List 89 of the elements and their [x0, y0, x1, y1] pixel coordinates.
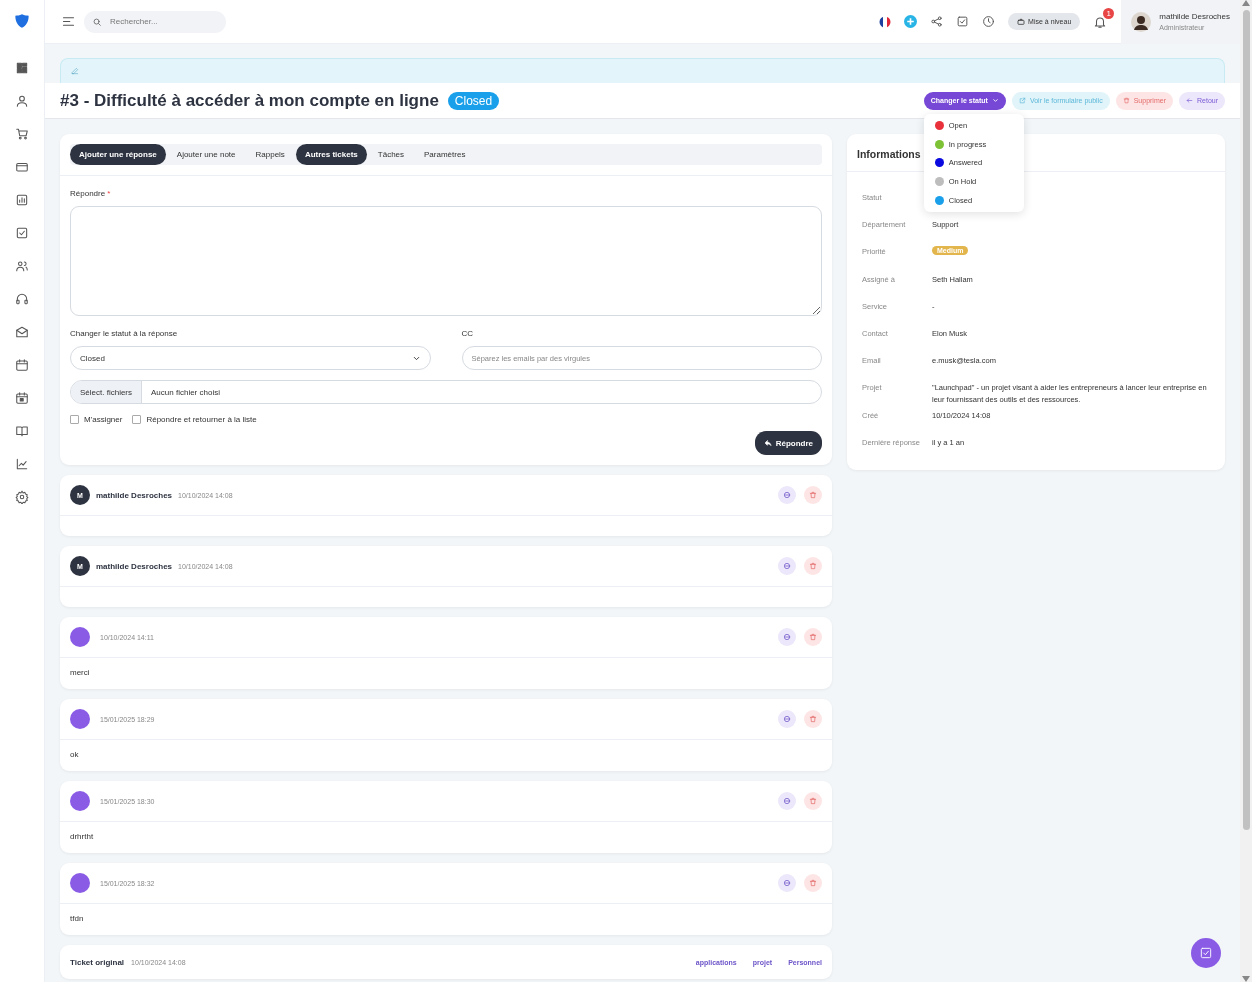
briefcase-icon — [1017, 17, 1026, 26]
trash-icon — [809, 715, 817, 723]
calendar-icon[interactable] — [15, 357, 29, 372]
delete-button[interactable] — [804, 710, 822, 728]
plus-icon[interactable] — [904, 15, 918, 28]
checkbox[interactable] — [70, 415, 79, 424]
notification-icon[interactable] — [1093, 14, 1108, 29]
message-text: drhrtht — [69, 831, 95, 843]
clock-icon[interactable] — [982, 15, 996, 28]
settings-icon[interactable] — [15, 489, 29, 504]
hide-button[interactable] — [778, 557, 796, 575]
shield-logo[interactable] — [14, 13, 30, 29]
scroll-down-icon[interactable] — [1242, 976, 1250, 982]
delete-button[interactable] — [804, 628, 822, 646]
user-icon[interactable] — [15, 93, 29, 108]
message-text: merci — [69, 667, 91, 679]
avatar-icon — [70, 709, 90, 729]
minus-circle-icon — [783, 797, 791, 805]
chat-button[interactable] — [1191, 938, 1221, 968]
notification-badge: 1 — [1103, 7, 1115, 19]
choose-files-button[interactable]: Sélect. fichiers — [71, 381, 143, 403]
people-icon[interactable] — [15, 258, 29, 273]
arrow-left-icon — [1186, 97, 1193, 104]
avatar-icon — [70, 791, 90, 811]
chevron-down-icon — [991, 97, 999, 104]
delete-button[interactable] — [804, 486, 822, 504]
avatar-icon — [70, 873, 90, 893]
checkbox-label: M'assigner — [84, 415, 123, 424]
search-field[interactable]: Rechercher... — [84, 10, 226, 33]
hide-button[interactable] — [778, 710, 796, 728]
trash-icon — [809, 491, 817, 499]
tab[interactable]: Paramètres — [415, 144, 475, 165]
minus-circle-icon — [783, 562, 791, 570]
trash-icon — [809, 562, 817, 570]
trash-icon — [809, 633, 817, 641]
author-name: mathilde Desroches — [96, 490, 173, 500]
hide-button[interactable] — [778, 874, 796, 892]
share-icon[interactable] — [930, 15, 944, 28]
hide-button[interactable] — [778, 792, 796, 810]
hide-button[interactable] — [778, 486, 796, 504]
avatar-icon — [70, 627, 90, 647]
bar-chart-icon[interactable] — [15, 192, 29, 207]
book-icon[interactable] — [15, 423, 29, 438]
message-text: ok — [69, 749, 80, 761]
cart-icon[interactable] — [15, 126, 29, 141]
minus-circle-icon — [783, 491, 791, 499]
reply-button[interactable]: Répondre — [754, 431, 822, 455]
checklist-icon[interactable] — [15, 225, 29, 240]
calendar-icon[interactable] — [15, 390, 29, 405]
minus-circle-icon — [783, 879, 791, 887]
menu-icon[interactable] — [61, 14, 76, 29]
tab[interactable]: Ajouter une réponse — [70, 144, 166, 165]
ticket-title: #3 - Difficulté à accéder à mon compte en ligne — [60, 90, 439, 111]
scrollbar-thumb[interactable] — [1242, 10, 1250, 830]
line-chart-icon[interactable] — [15, 456, 29, 471]
delete-button[interactable] — [804, 792, 822, 810]
field-label: Changer le statut à la réponse — [70, 329, 179, 338]
delete-button[interactable] — [804, 874, 822, 892]
reply-icon — [763, 439, 772, 447]
envelope-icon[interactable] — [15, 324, 29, 339]
tab[interactable]: Rappels — [246, 144, 294, 165]
external-link-icon — [1018, 97, 1026, 104]
hide-button[interactable] — [778, 628, 796, 646]
minus-circle-icon — [783, 633, 791, 641]
author-name: mathilde Desroches — [96, 561, 173, 571]
field-label: CC — [461, 329, 475, 338]
search-icon — [92, 16, 102, 27]
grid-icon[interactable] — [15, 60, 29, 75]
checklist-icon[interactable] — [956, 15, 970, 28]
search-input[interactable]: Rechercher... — [108, 16, 212, 27]
trash-icon — [1122, 97, 1130, 104]
card-title: Informations — [857, 148, 921, 160]
flag-icon[interactable] — [879, 15, 892, 28]
headset-icon[interactable] — [15, 291, 29, 306]
avatar-icon — [1131, 11, 1152, 32]
status-badge: Closed — [447, 91, 500, 110]
checkbox[interactable] — [132, 415, 142, 424]
scroll-up-icon[interactable] — [1242, 0, 1250, 6]
message-text: tfdn — [69, 913, 85, 925]
card-title: Ticket original — [70, 957, 125, 967]
trash-icon — [809, 797, 817, 805]
minus-circle-icon — [783, 715, 791, 723]
tab[interactable]: Ajouter une note — [167, 144, 245, 165]
tab[interactable]: Autres tickets — [295, 144, 367, 165]
delete-button[interactable] — [804, 557, 822, 575]
field-label: Répondre * — [70, 189, 112, 198]
checkbox-label: Répondre et retourner à la liste — [146, 415, 257, 424]
tab[interactable]: Tâches — [368, 144, 414, 165]
trash-icon — [809, 879, 817, 887]
